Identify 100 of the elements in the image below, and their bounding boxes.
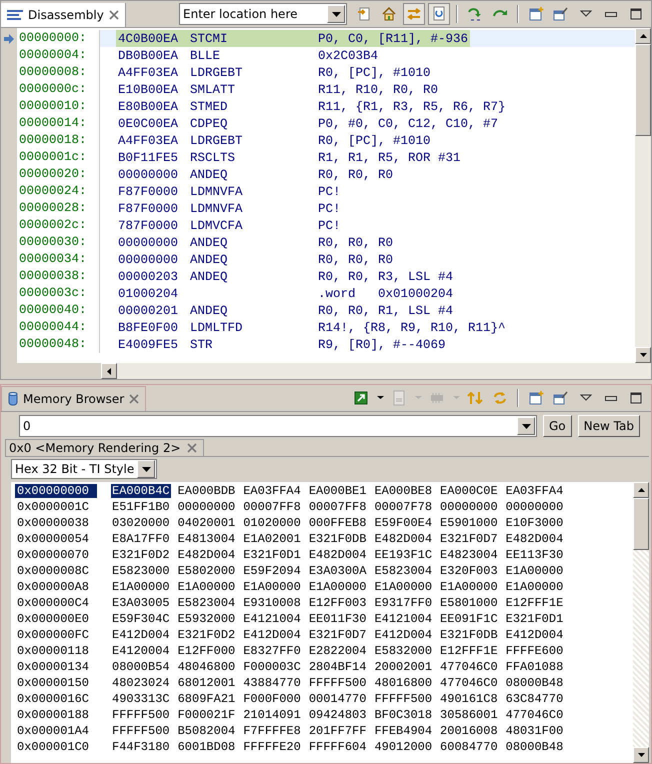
memory-value-cell[interactable]: E320F003 bbox=[439, 564, 499, 578]
memory-value-cell[interactable]: BF0C3018 bbox=[373, 708, 434, 722]
memory-value-cell[interactable]: 00000000 bbox=[439, 500, 499, 514]
memory-value-cell[interactable]: E12FF000 bbox=[176, 644, 236, 658]
memory-value-cell[interactable]: 30586001 bbox=[439, 708, 499, 722]
memory-value-cell[interactable]: 490161C8 bbox=[439, 692, 499, 706]
memory-value-cell[interactable]: E321F0DB bbox=[308, 532, 368, 546]
memory-value-cell[interactable]: E321F0D7 bbox=[439, 532, 499, 546]
memory-value-cell[interactable]: 08000B48 bbox=[504, 676, 564, 690]
memory-value-cell[interactable]: E5832000 bbox=[373, 644, 434, 658]
memory-value-cell[interactable]: E4813004 bbox=[176, 532, 236, 546]
memory-value-cell[interactable]: EE193F1C bbox=[373, 548, 434, 562]
memory-value-cell[interactable]: F44F3180 bbox=[111, 740, 171, 754]
memory-value-cell[interactable]: 43884770 bbox=[242, 676, 302, 690]
memory-value-cell[interactable]: E482D004 bbox=[504, 532, 564, 546]
vertical-scrollbar[interactable] bbox=[635, 28, 651, 363]
memory-value-cell[interactable]: E4121004 bbox=[373, 612, 434, 626]
memory-value-cell[interactable]: E1A00000 bbox=[242, 580, 302, 594]
memory-value-cell[interactable]: FFFFFE20 bbox=[242, 740, 302, 754]
memory-value-cell[interactable]: E412D004 bbox=[373, 628, 434, 642]
memory-value-cell[interactable]: E321F0D1 bbox=[504, 612, 564, 626]
memory-value-cell[interactable]: 00000000 bbox=[176, 500, 236, 514]
memory-value-cell[interactable]: E59F2094 bbox=[242, 564, 302, 578]
memory-value-cell[interactable]: EA03FFA4 bbox=[504, 484, 564, 498]
memory-value-cell[interactable]: E412D004 bbox=[111, 628, 171, 642]
memory-value-cell[interactable]: EE113F30 bbox=[504, 548, 564, 562]
memory-value-cell[interactable]: 48046800 bbox=[176, 660, 236, 674]
scroll-up-button[interactable] bbox=[633, 482, 649, 498]
memory-value-cell[interactable]: E1A02001 bbox=[242, 532, 302, 546]
link-button[interactable] bbox=[403, 3, 425, 25]
memory-value-cell[interactable]: E1A00000 bbox=[111, 580, 171, 594]
memory-value-cell[interactable]: E321F0D2 bbox=[176, 628, 236, 642]
memory-value-cell[interactable]: FFEB4904 bbox=[373, 724, 434, 738]
memory-value-cell[interactable]: EA000C0E bbox=[439, 484, 499, 498]
memory-value-cell[interactable]: FFA01088 bbox=[504, 660, 564, 674]
memory-value-cell[interactable]: 63C84770 bbox=[504, 692, 564, 706]
memory-value-cell[interactable]: E321F0D7 bbox=[308, 628, 368, 642]
memory-value-cell[interactable]: 477046C0 bbox=[439, 660, 499, 674]
memory-value-cell[interactable]: E412D004 bbox=[504, 628, 564, 642]
memory-value-cell[interactable]: EA000B4C bbox=[111, 484, 171, 498]
memory-value-cell[interactable]: 00007F78 bbox=[373, 500, 434, 514]
memory-value-cell[interactable]: 49012000 bbox=[373, 740, 434, 754]
memory-value-cell[interactable]: FFFFF500 bbox=[308, 676, 368, 690]
memory-value-cell[interactable]: 04020001 bbox=[176, 516, 236, 530]
location-combo-box[interactable]: Enter location here bbox=[179, 3, 347, 25]
memory-value-cell[interactable]: E3A0300A bbox=[308, 564, 368, 578]
memory-value-cell[interactable]: F000021F bbox=[176, 708, 236, 722]
memory-value-cell[interactable]: EE011F30 bbox=[308, 612, 368, 626]
memory-value-cell[interactable]: E1A00000 bbox=[176, 580, 236, 594]
memory-value-cell[interactable]: E321F0D1 bbox=[242, 548, 302, 562]
scroll-down-button[interactable] bbox=[635, 347, 651, 363]
memory-value-cell[interactable]: 03020000 bbox=[111, 516, 171, 530]
close-icon[interactable] bbox=[186, 443, 197, 453]
memory-value-cell[interactable]: 48031F00 bbox=[504, 724, 564, 738]
memory-value-cell[interactable]: E1A00000 bbox=[439, 580, 499, 594]
memory-value-cell[interactable]: F000003C bbox=[242, 660, 302, 674]
memory-value-cell[interactable]: E482D004 bbox=[373, 532, 434, 546]
vertical-scrollbar[interactable] bbox=[633, 482, 649, 763]
memory-value-cell[interactable]: E5901000 bbox=[439, 516, 499, 530]
memory-value-cell[interactable]: FFFFF500 bbox=[373, 692, 434, 706]
memory-value-cell[interactable]: 48016800 bbox=[373, 676, 434, 690]
memory-value-cell[interactable]: B5082004 bbox=[176, 724, 236, 738]
memory-value-cell[interactable]: E5802000 bbox=[176, 564, 236, 578]
scroll-left-button[interactable] bbox=[101, 363, 117, 379]
scrollbar-thumb[interactable] bbox=[633, 498, 649, 550]
memory-value-cell[interactable]: EA000BDB bbox=[176, 484, 236, 498]
memory-value-cell[interactable]: E51FF1B0 bbox=[111, 500, 171, 514]
scrollbar-thumb[interactable] bbox=[635, 44, 651, 136]
memory-value-cell[interactable]: E59F304C bbox=[111, 612, 171, 626]
memory-value-cell[interactable]: E4120004 bbox=[111, 644, 171, 658]
memory-value-cell[interactable]: F000F000 bbox=[242, 692, 302, 706]
memory-value-cell[interactable]: 000FFEB8 bbox=[308, 516, 368, 530]
address-combo-box[interactable]: 0 bbox=[19, 415, 537, 437]
memory-value-cell[interactable]: E482D004 bbox=[176, 548, 236, 562]
close-icon[interactable] bbox=[129, 394, 140, 404]
memory-value-cell[interactable]: E4121004 bbox=[242, 612, 302, 626]
memory-value-cell[interactable]: 2804BF14 bbox=[308, 660, 368, 674]
memory-value-cell[interactable]: 6809FA21 bbox=[176, 692, 236, 706]
memory-value-cell[interactable]: E2822004 bbox=[308, 644, 368, 658]
scroll-up-button[interactable] bbox=[635, 28, 651, 44]
memory-value-cell[interactable]: 201FF7FF bbox=[308, 724, 368, 738]
dropdown-button[interactable] bbox=[327, 5, 345, 23]
memory-value-cell[interactable]: EA000BE1 bbox=[308, 484, 368, 498]
address-input[interactable]: 0 bbox=[20, 419, 517, 433]
memory-value-cell[interactable]: 00000000 bbox=[504, 500, 564, 514]
scroll-down-button[interactable] bbox=[633, 747, 649, 763]
memory-value-cell[interactable]: 60084770 bbox=[439, 740, 499, 754]
memory-value-cell[interactable]: E10F3000 bbox=[504, 516, 564, 530]
memory-value-cell[interactable]: E59F00E4 bbox=[373, 516, 434, 530]
memory-value-cell[interactable]: 477046C0 bbox=[439, 676, 499, 690]
memory-value-cell[interactable]: E482D004 bbox=[308, 548, 368, 562]
memory-value-cell[interactable]: E9317FF0 bbox=[373, 596, 434, 610]
memory-value-cell[interactable]: 4903313C bbox=[111, 692, 171, 706]
horizontal-scrollbar[interactable] bbox=[1, 363, 651, 379]
memory-value-cell[interactable]: EA000BE8 bbox=[373, 484, 434, 498]
memory-value-cell[interactable]: E1A00000 bbox=[504, 580, 564, 594]
memory-value-cell[interactable]: 01020000 bbox=[242, 516, 302, 530]
dropdown-button[interactable] bbox=[517, 417, 535, 435]
memory-value-cell[interactable]: E321F0DB bbox=[439, 628, 499, 642]
memory-value-cell[interactable]: E321F0D2 bbox=[111, 548, 171, 562]
